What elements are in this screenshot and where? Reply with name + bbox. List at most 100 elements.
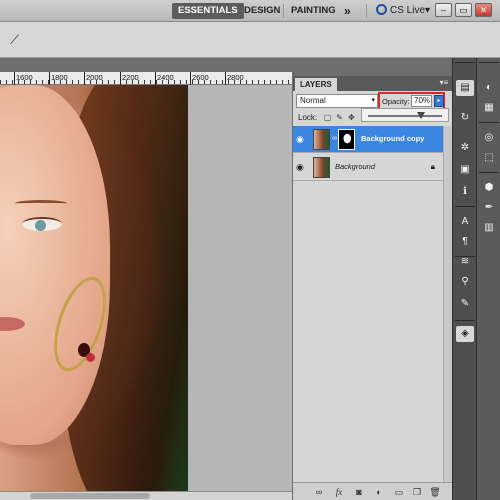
canvas-image[interactable] [0,85,188,495]
swatches-panel-icon[interactable]: ▦ [480,100,498,116]
ruler-tick [49,72,50,85]
panel-tab-bar: LAYERS ▾≡ [293,76,453,91]
ruler-label: 2600 [192,73,209,82]
slider-track [368,115,442,117]
layer-row-background[interactable]: ◉ Background 🔒︎ [293,154,443,181]
layers-panel-icon[interactable]: ◈ [456,326,474,342]
actions-panel-icon[interactable]: ✲ [456,140,474,156]
application-bar: ESSENTIALS DESIGN PAINTING » CS Live▾ – … [0,0,500,22]
ruler-tick [120,72,121,85]
cs-live-label: CS Live [390,5,426,16]
ruler-label: 2000 [86,73,103,82]
new-group-folder-icon[interactable]: ▭ [393,486,405,498]
add-mask-icon[interactable]: ◙ [353,486,365,498]
photo-eyebrow [15,200,67,207]
history-panel-icon[interactable]: ↻ [456,110,474,126]
workspace-essentials-button[interactable]: ESSENTIALS [172,3,244,19]
icon-dock-right: ◐ ▦ ◎ ⬚ ⬢ ✒ ▥ [476,58,500,500]
layer-mask-thumbnail[interactable] [338,129,355,150]
trash-icon[interactable]: 🗑︎ [429,486,441,498]
paragraph-panel-icon[interactable]: ¶ [456,234,474,250]
ruler-tick [225,72,226,85]
workspace-painting-button[interactable]: PAINTING [291,3,336,19]
layers-panel: LAYERS ▾≡ Normal ▾ Opacity: 70% ▸ Lock: … [292,76,453,500]
masks-panel-icon[interactable]: ⬚ [480,150,498,166]
chevron-down-icon: ▾ [425,5,431,16]
minimize-button[interactable]: – [435,3,452,17]
mask-link-icon[interactable]: ∞ [332,135,337,142]
canvas-pasteboard [188,85,292,495]
navigator-panel-icon[interactable]: ▣ [456,162,474,178]
histogram-panel-icon[interactable]: ▤ [456,80,474,96]
visibility-eye-icon[interactable]: ◉ [296,134,306,144]
ruler-label: 2800 [227,73,244,82]
adjustments-panel-icon[interactable]: ◎ [480,130,498,146]
blend-mode-select[interactable]: Normal ▾ [296,94,378,108]
dock-separator [479,122,499,123]
opacity-input[interactable]: 70% [411,95,432,107]
layer-thumbnail [313,157,330,178]
clone-source-panel-icon[interactable]: ⚲ [456,274,474,290]
adjustment-layer-icon[interactable]: ◐ [373,486,385,498]
workspace-separator [283,4,284,18]
layer-thumbnail [313,129,330,150]
cs-live-icon [376,4,387,15]
photo-earring-bead [86,353,95,362]
opacity-slider-toggle-icon[interactable]: ▸ [434,95,444,107]
workspace-more-button[interactable]: » [344,3,351,19]
horizontal-scrollbar[interactable] [0,491,292,500]
workspace-design-button[interactable]: DESIGN [244,3,280,19]
close-button[interactable]: ✕ [475,3,492,17]
slider-knob[interactable] [417,112,425,119]
dock-separator [455,62,475,63]
fx-icon[interactable]: fx [333,486,345,498]
workspace-separator [366,4,367,18]
layer-name: Background copy [361,134,425,143]
link-layers-icon[interactable]: ∞ [313,486,325,498]
restore-button[interactable]: ▭ [455,3,472,17]
chevron-down-icon: ▾ [371,97,375,104]
icon-dock-left: ▤ ↻ ✲ ▣ ℹ A ¶ ≋ ⚲ ✎ ◈ [452,58,476,500]
ruler-label: 1600 [16,73,33,82]
lock-pixels-icon[interactable]: ✎ [335,113,344,122]
ruler-label: 2200 [122,73,139,82]
cs-live-menu[interactable]: CS Live▾ [376,3,430,19]
new-layer-icon[interactable]: ❐ [411,486,423,498]
visibility-eye-icon[interactable]: ◉ [296,162,306,172]
photo-eye [22,217,62,231]
color-panel-icon[interactable]: ◐ [480,80,498,96]
dock-separator [479,172,499,173]
tab-layers[interactable]: LAYERS [295,78,337,91]
options-bar: ⟋ [0,22,500,58]
tool-preset-picker-icon[interactable]: ⟋ [10,33,26,47]
lock-transparency-icon[interactable]: ▢ [323,113,332,122]
dock-separator [455,206,475,207]
dock-separator [479,62,499,63]
ruler-tick [84,72,85,85]
lock-position-icon[interactable]: ✥ [347,113,356,122]
paths-panel-icon[interactable]: ✒ [480,200,498,216]
layer-name: Background [335,162,376,171]
character-panel-icon[interactable]: A [456,214,474,230]
horizontal-ruler: 1600 1800 2000 2200 2400 2600 2800 [0,72,292,85]
lock-label: Lock: [298,113,318,122]
channels-panel-icon[interactable]: ▥ [480,220,498,236]
tool-presets-panel-icon[interactable]: ✎ [456,296,474,312]
layers-panel-footer: ∞ fx ◙ ◐ ▭ ❐ 🗑︎ [293,482,453,500]
brushes-panel-icon[interactable]: ≋ [456,254,474,270]
lock-icon: 🔒︎ [430,162,435,171]
scrollbar-thumb[interactable] [30,493,150,499]
ruler-tick [190,72,191,85]
ruler-tick [14,72,15,85]
layer-row-background-copy[interactable]: ◉ ∞ Background copy [293,126,443,153]
info-panel-icon[interactable]: ℹ [456,184,474,200]
dock-separator [455,320,475,321]
panel-menu-icon[interactable]: ▾≡ [438,78,450,88]
blend-mode-value: Normal [300,96,326,105]
ruler-label: 2400 [157,73,174,82]
3d-panel-icon[interactable]: ⬢ [480,180,498,196]
ruler-tick [155,72,156,85]
opacity-label: Opacity: [382,97,410,106]
ruler-label: 1800 [51,73,68,82]
opacity-slider[interactable] [361,108,449,122]
